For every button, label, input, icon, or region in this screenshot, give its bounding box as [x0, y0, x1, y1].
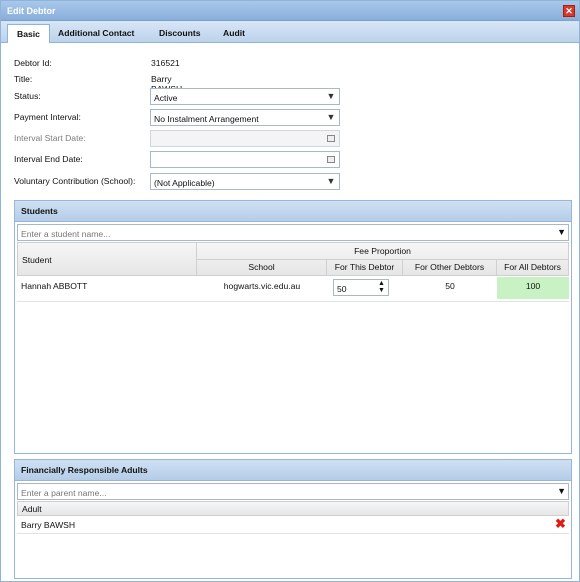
- voluntary-select[interactable]: (Not Applicable) ▼: [150, 173, 340, 190]
- adult-name: Barry BAWSH: [21, 520, 76, 530]
- student-search-input[interactable]: Enter a student name... ▼: [17, 224, 569, 241]
- col-student[interactable]: Student: [18, 243, 196, 275]
- payment-interval-row: Payment Interval: No Instalment Arrangem…: [14, 109, 344, 126]
- tab-audit[interactable]: Audit: [214, 24, 254, 43]
- payment-interval-value: No Instalment Arrangement: [154, 114, 259, 124]
- voluntary-row: Voluntary Contribution (School): (Not Ap…: [14, 173, 344, 190]
- dialog-title: Edit Debtor: [7, 6, 56, 16]
- interval-start-label: Interval Start Date:: [14, 133, 86, 143]
- status-label: Status:: [14, 91, 41, 101]
- status-row: Status: Active ▼: [14, 88, 344, 105]
- close-icon[interactable]: ✕: [563, 5, 575, 17]
- voluntary-value: (Not Applicable): [154, 178, 215, 188]
- interval-start-input[interactable]: [150, 130, 340, 147]
- col-for-this-debtor[interactable]: For This Debtor: [326, 260, 402, 275]
- for-this-debtor-stepper[interactable]: 50 ▲ ▼: [333, 279, 389, 296]
- adults-heading: Financially Responsible Adults: [15, 460, 571, 481]
- col-for-all-debtors[interactable]: For All Debtors: [496, 260, 568, 275]
- col-school[interactable]: School: [196, 260, 326, 275]
- table-row[interactable]: Hannah ABBOTT hogwarts.vic.edu.au 50 ▲ ▼…: [17, 277, 569, 302]
- table-row[interactable]: Barry BAWSH ✖: [17, 516, 569, 534]
- for-this-debtor-value: 50: [337, 284, 347, 294]
- calendar-icon[interactable]: [327, 156, 335, 163]
- title-label: Title:: [14, 74, 33, 84]
- payment-interval-label: Payment Interval:: [14, 112, 81, 122]
- student-search-placeholder: Enter a student name...: [21, 229, 111, 239]
- for-other-debtors-value: 50: [445, 281, 455, 291]
- students-grid-header: Student Fee Proportion School For This D…: [17, 242, 569, 276]
- adults-grid-header: Adult: [17, 501, 569, 516]
- col-fee-proportion: Fee Proportion: [196, 243, 568, 260]
- status-value: Active: [154, 93, 178, 103]
- chevron-down-icon[interactable]: ▼: [323, 89, 339, 104]
- interval-end-row: Interval End Date:: [14, 151, 344, 168]
- for-all-debtors-value: 100: [497, 277, 569, 299]
- chevron-down-icon[interactable]: ▼: [323, 110, 339, 125]
- payment-interval-select[interactable]: No Instalment Arrangement ▼: [150, 109, 340, 126]
- interval-start-row: Interval Start Date:: [14, 130, 344, 147]
- interval-end-input[interactable]: [150, 151, 340, 168]
- voluntary-label: Voluntary Contribution (School):: [14, 176, 136, 186]
- col-for-other-debtors[interactable]: For Other Debtors: [402, 260, 496, 275]
- debtor-id-label: Debtor Id:: [14, 58, 52, 68]
- title-bar: Edit Debtor ✕: [1, 1, 579, 21]
- tab-discounts[interactable]: Discounts: [150, 24, 210, 43]
- parent-search-input[interactable]: Enter a parent name... ▼: [17, 483, 569, 500]
- chevron-down-icon[interactable]: ▼: [323, 174, 339, 189]
- delete-icon[interactable]: ✖: [555, 516, 566, 532]
- student-school: hogwarts.vic.edu.au: [223, 281, 301, 291]
- chevron-down-icon[interactable]: ▼: [557, 225, 566, 240]
- students-heading: Students: [15, 201, 571, 222]
- tab-basic[interactable]: Basic: [7, 24, 50, 43]
- students-panel: Students Enter a student name... ▼ Stude…: [14, 200, 572, 454]
- col-adult[interactable]: Adult: [22, 504, 42, 514]
- debtor-id-value: 316521: [151, 58, 180, 68]
- interval-end-label: Interval End Date:: [14, 154, 83, 164]
- chevron-down-icon[interactable]: ▼: [557, 484, 566, 499]
- adults-panel: Financially Responsible Adults Enter a p…: [14, 459, 572, 579]
- edit-debtor-dialog: Edit Debtor ✕ Basic Additional Contact D…: [0, 0, 580, 582]
- calendar-icon[interactable]: [327, 135, 335, 142]
- decrement-icon[interactable]: ▼: [376, 287, 387, 295]
- parent-search-placeholder: Enter a parent name...: [21, 488, 107, 498]
- student-name: Hannah ABBOTT: [21, 281, 88, 291]
- status-select[interactable]: Active ▼: [150, 88, 340, 105]
- tab-additional-contact[interactable]: Additional Contact: [49, 24, 143, 43]
- tab-strip: Basic Additional Contact Discounts Audit: [1, 21, 579, 43]
